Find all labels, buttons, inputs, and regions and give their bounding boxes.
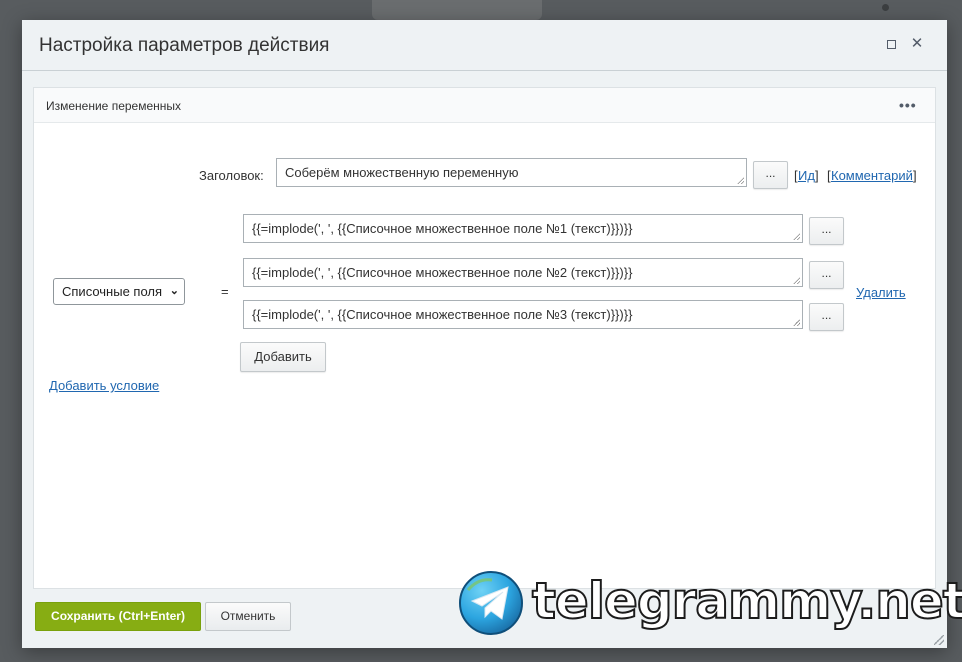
heading-browse-button[interactable]: ... — [753, 161, 788, 189]
chevron-down-icon: ⌄ — [169, 285, 179, 297]
action-settings-dialog: Настройка параметров действия ✕ Изменени… — [22, 20, 947, 648]
field-select-value: Списочные поля — [62, 284, 163, 299]
value-browse-button-2[interactable]: ... — [809, 261, 844, 289]
more-options-icon[interactable]: ••• — [899, 97, 917, 113]
comment-link[interactable]: Комментарий — [831, 168, 913, 183]
value-browse-button-3[interactable]: ... — [809, 303, 844, 331]
equals-sign: = — [221, 284, 229, 299]
value-browse-button-1[interactable]: ... — [809, 217, 844, 245]
heading-label: Заголовок: — [199, 168, 264, 183]
cancel-button[interactable]: Отменить — [205, 602, 291, 631]
dialog-header: Настройка параметров действия ✕ — [22, 20, 947, 71]
delete-link[interactable]: Удалить — [856, 285, 906, 300]
value-input-1[interactable]: {{=implode(', ', {{Списочное множественн… — [243, 214, 803, 243]
close-icon[interactable]: ✕ — [909, 36, 925, 52]
heading-input[interactable]: Соберём множественную переменную — [276, 158, 747, 187]
background-window-strip — [372, 0, 889, 20]
background-window-icon — [882, 4, 889, 11]
id-bracket-close: ] — [815, 168, 819, 183]
value-input-2[interactable]: {{=implode(', ', {{Списочное множественн… — [243, 258, 803, 287]
field-select[interactable]: Списочные поля ⌄ — [53, 278, 185, 305]
value-input-3[interactable]: {{=implode(', ', {{Списочное множественн… — [243, 300, 803, 329]
panel-title: Изменение переменных — [46, 99, 182, 113]
add-value-button[interactable]: Добавить — [240, 342, 326, 372]
resize-grip-icon[interactable] — [934, 635, 944, 645]
variables-panel: Изменение переменных ••• Заголовок: Собе… — [33, 87, 936, 589]
comment-bracket-close: ] — [913, 168, 917, 183]
add-condition-link[interactable]: Добавить условие — [49, 378, 159, 393]
id-link[interactable]: Ид — [798, 168, 815, 183]
maximize-icon[interactable] — [883, 36, 899, 52]
panel-header: Изменение переменных ••• — [34, 88, 935, 123]
save-button[interactable]: Сохранить (Ctrl+Enter) — [35, 602, 201, 631]
dialog-title: Настройка параметров действия — [39, 35, 330, 56]
